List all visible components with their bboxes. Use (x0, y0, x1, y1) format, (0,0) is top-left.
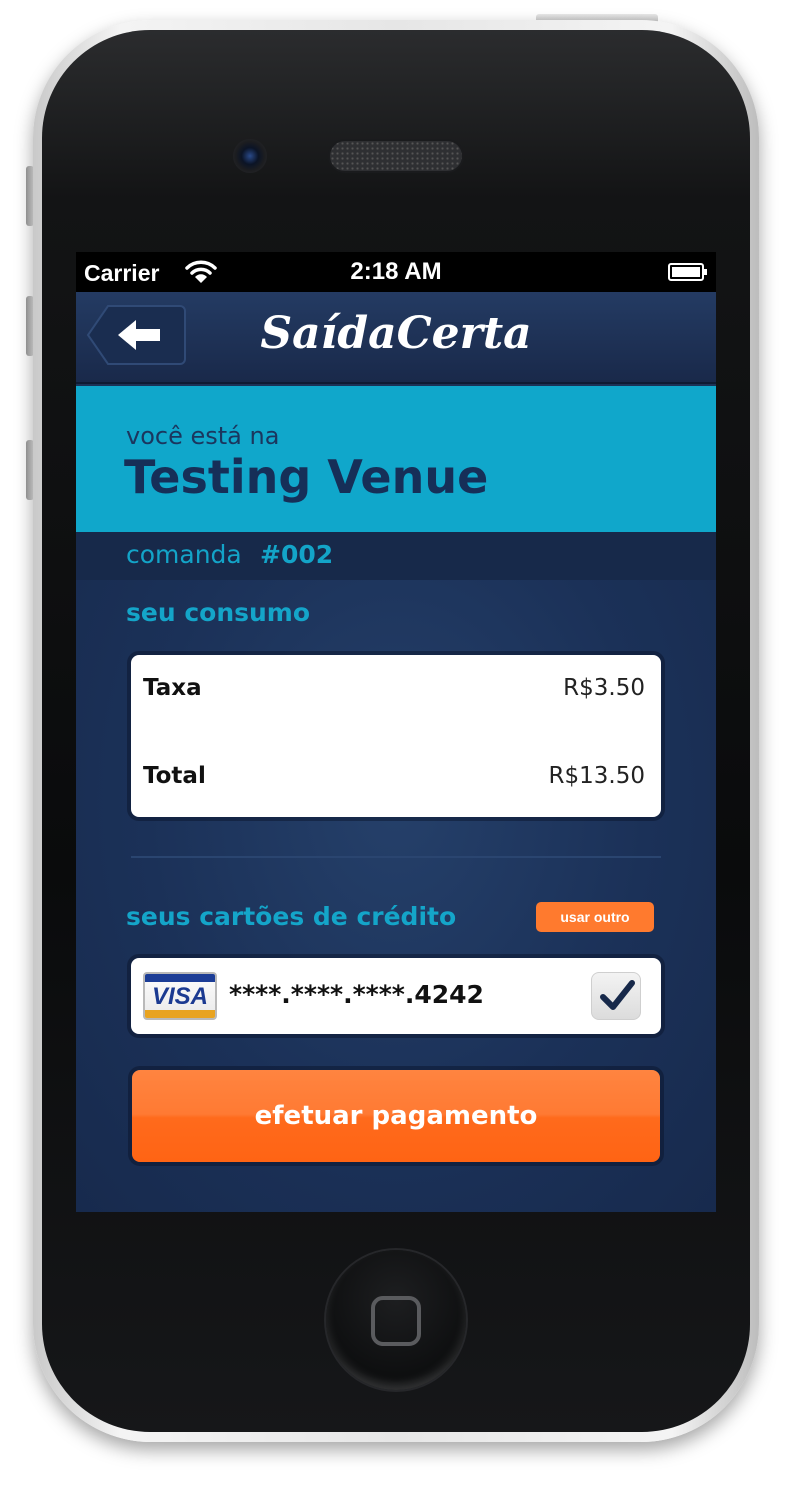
app-screen: Carrier 2:18 AM SaídaCerta você está na … (76, 252, 716, 1212)
consumo-card: Taxa R$3.50 Total R$13.50 (131, 655, 661, 817)
card-brand: VISA (151, 983, 208, 1010)
section-divider (131, 856, 661, 858)
battery-icon (668, 263, 707, 281)
venue-prefix: você está na (126, 422, 280, 450)
consumo-row-value: R$3.50 (563, 675, 645, 701)
front-camera (233, 139, 267, 173)
card-selected-checkbox[interactable] (591, 972, 641, 1020)
venue-banner: você está na Testing Venue (76, 386, 716, 532)
card-number: ****.****.****.4242 (229, 980, 484, 1009)
status-time: 2:18 AM (350, 258, 442, 285)
consumo-section-title: seu consumo (126, 598, 311, 627)
cards-section-title: seus cartões de crédito (126, 902, 457, 931)
consumo-total-value: R$13.50 (548, 763, 645, 789)
use-other-card-button[interactable]: usar outro (536, 902, 654, 932)
checkmark-icon (600, 980, 635, 1010)
credit-card-item[interactable]: VISA ****.****.****.4242 (131, 958, 661, 1034)
status-bar: Carrier 2:18 AM (76, 252, 716, 292)
consumo-row-label: Taxa (143, 675, 202, 701)
comanda-strip: comanda #002 (76, 532, 716, 580)
home-button-icon (371, 1296, 421, 1346)
venue-name: Testing Venue (124, 450, 489, 504)
earpiece-speaker (328, 139, 464, 173)
navigation-bar: SaídaCerta (76, 292, 716, 384)
consumo-total-label: Total (143, 763, 206, 789)
pay-button[interactable]: efetuar pagamento (132, 1070, 660, 1162)
app-logo: SaídaCerta (260, 308, 532, 359)
comanda-label: comanda (126, 540, 242, 569)
visa-card-icon: VISA (143, 972, 217, 1020)
comanda-number: #002 (260, 540, 334, 569)
